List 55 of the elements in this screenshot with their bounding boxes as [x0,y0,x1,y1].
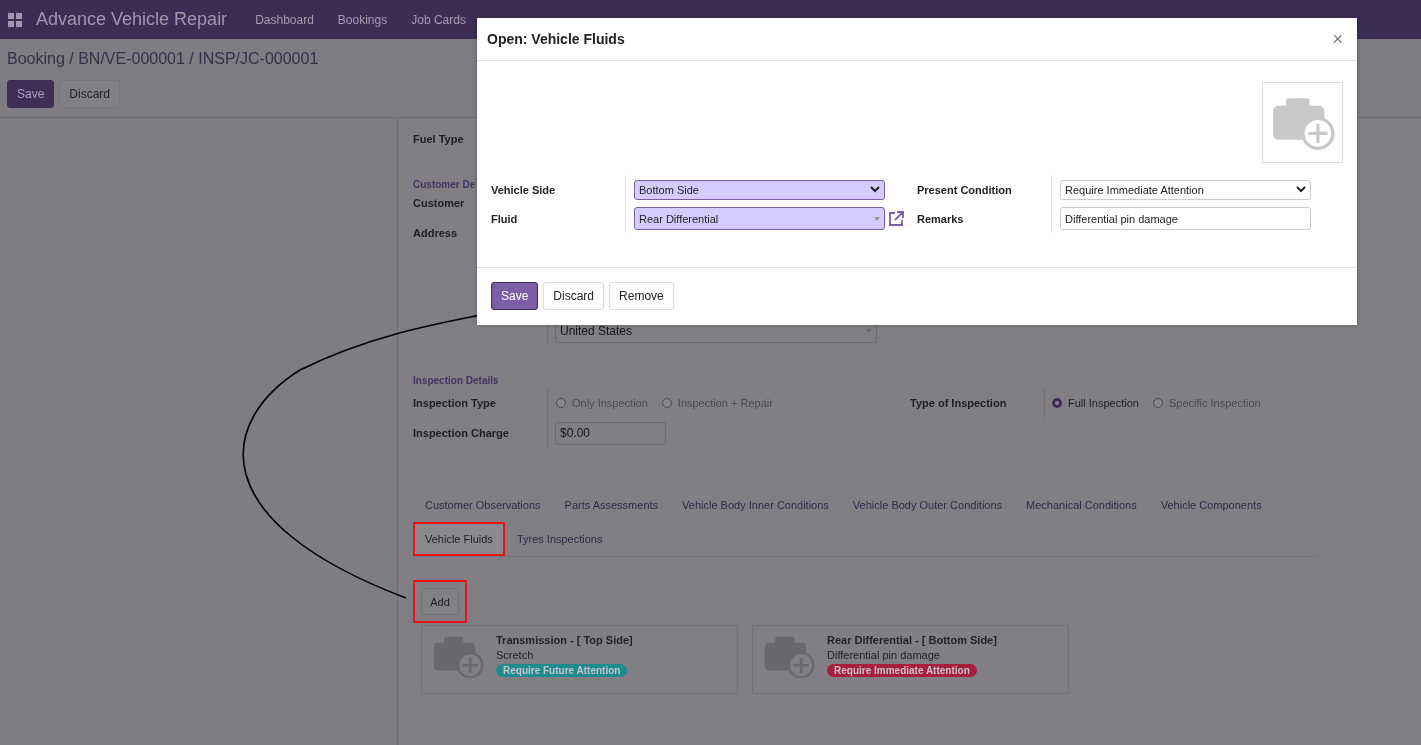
tab[interactable]: Vehicle Body Outer Conditions [842,490,1013,520]
condition-tag: Require Future Attention [496,664,628,677]
camera-plus-icon [432,634,484,679]
radio-option[interactable]: Full Inspection [1052,397,1139,409]
caret-icon [874,216,880,221]
field-label: Inspection Charge [413,427,509,439]
field-label: Fluid [491,212,518,225]
text-field[interactable]: Differential pin damage [1060,207,1311,230]
field-label: Fuel Type [413,133,464,145]
section-heading: Inspection Details [413,374,499,386]
add-button[interactable]: Add [421,588,459,615]
menu-item[interactable]: Dashboard [243,12,326,27]
chevron-down-icon [870,186,880,193]
charge-field[interactable]: $0.00 [555,421,666,445]
field-label: Remarks [917,212,964,225]
field-label: Address [413,227,458,239]
field-label: Type of Inspection [910,397,1007,409]
tab[interactable]: Customer Observations [415,490,551,520]
tab[interactable]: Parts Assessments [554,490,669,520]
discard-button[interactable]: Discard [59,80,121,108]
discard-button[interactable]: Discard [543,282,605,310]
save-button[interactable]: Save [7,80,55,108]
field-label: Customer [413,197,465,209]
card-title: Rear Differential - [ Bottom Side] [827,634,997,646]
close-button[interactable]: × [1328,28,1347,50]
fluid-card[interactable]: Transmission - [ Top Side] Scretch Require Future Attention [421,625,738,694]
select-field[interactable]: Rear Differential [634,207,885,230]
select-field[interactable]: Bottom Side [634,179,885,200]
card-remarks: Differential pin damage [827,649,940,661]
field-label: Vehicle Side [491,183,556,196]
save-button[interactable]: Save [491,282,539,310]
menu-item[interactable]: Bookings [325,12,400,27]
tab[interactable]: Tyres Inspections [506,524,613,554]
camera-plus-icon [1270,95,1335,150]
tab[interactable]: Mechanical Conditions [1016,490,1147,520]
camera-plus-icon [763,634,815,679]
fluid-card[interactable]: Rear Differential - [ Bottom Side] Differential pin damage Require Immediate Attention [752,625,1069,694]
tab[interactable]: Vehicle Body Inner Conditions [672,490,839,520]
breadcrumb: Booking / BN/VE-000001 / INSP/JC-000001 [7,50,319,67]
field-label: Present Condition [917,183,1012,196]
dialog-title: Open: Vehicle Fluids [487,31,625,47]
section-heading: Customer De [413,178,476,190]
tab[interactable]: Vehicle Fluids [415,524,503,554]
condition-tag: Require Immediate Attention [827,664,977,677]
tab[interactable]: Vehicle Components [1150,490,1272,520]
card-title: Transmission - [ Top Side] [496,634,633,646]
external-link-icon[interactable] [887,209,905,228]
select-field[interactable]: Require Immediate Attention [1060,179,1311,200]
remove-button[interactable]: Remove [609,282,674,310]
apps-grid-icon[interactable] [8,12,22,27]
chevron-down-icon [1296,186,1306,193]
field-label: Inspection Type [413,397,496,409]
app-title: Advance Vehicle Repair [36,9,228,30]
menu-item[interactable]: Job Cards [399,12,478,27]
card-remarks: Scretch [496,649,534,661]
